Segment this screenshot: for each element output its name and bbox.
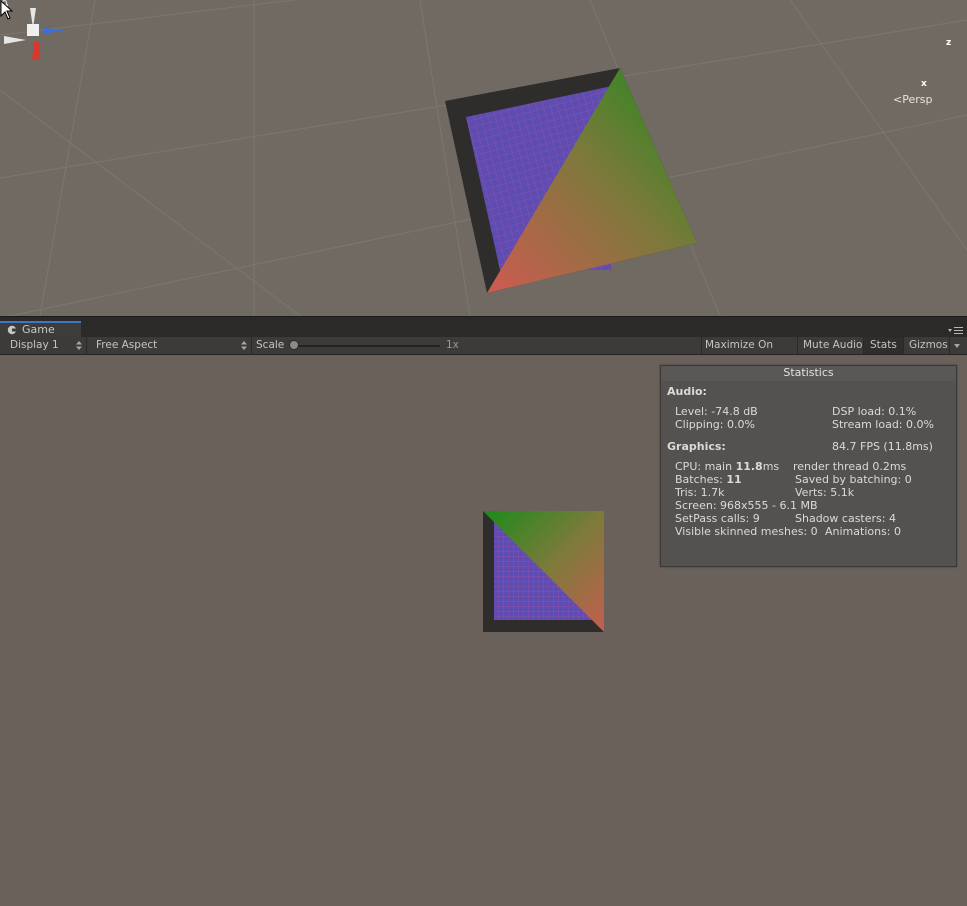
stream-load: Stream load: 0.0% [832,418,934,431]
audio-level: Level: -74.8 dB [675,405,758,418]
mouse-cursor-icon [0,0,14,20]
gizmos-toggle[interactable]: Gizmos [904,337,950,354]
fps-readout: 84.7 FPS (11.8ms) [832,440,933,453]
aspect-dropdown[interactable]: Free Aspect [88,337,252,354]
tab-bar: Game [0,316,967,338]
saved-by-batching: Saved by batching: 0 [795,473,912,486]
scale-value: 1x [446,339,459,351]
statistics-panel: Statistics Audio: Level: -74.8 dB DSP lo… [660,365,957,567]
tris: Tris: 1.7k [675,486,725,499]
screen-info: Screen: 968x555 - 6.1 MB [675,499,818,512]
cpu-main: CPU: main 11.8ms [675,460,780,473]
statistics-title: Statistics [661,366,956,381]
stats-toggle[interactable]: Stats [864,337,904,354]
gizmos-dropdown[interactable] [950,337,967,354]
game-controller-icon [7,325,17,335]
shadow-casters: Shadow casters: 4 [795,512,896,525]
maximize-on-play-toggle[interactable]: Maximize On Play [701,337,798,368]
scale-label: Scale [256,339,285,351]
tab-game-label: Game [22,323,55,336]
audio-clipping: Clipping: 0.0% [675,418,755,431]
scale-slider-track[interactable] [292,345,440,347]
batches: Batches: 11 [675,473,742,486]
scene-quad[interactable] [0,0,967,316]
projection-toggle[interactable]: <Persp [893,93,932,106]
chevron-left-icon: < [893,93,903,106]
tab-game[interactable]: Game [0,321,81,338]
audio-heading: Audio: [667,385,707,398]
chevron-down-icon [954,344,960,348]
dropdown-arrows-icon [76,341,82,350]
mute-audio-toggle[interactable]: Mute Audio [798,337,864,354]
game-quad [483,511,604,632]
scale-slider-thumb[interactable] [289,340,299,350]
dsp-load: DSP load: 0.1% [832,405,917,418]
dropdown-arrows-icon [241,341,247,350]
display-dropdown[interactable]: Display 1 [0,337,87,354]
verts: Verts: 5.1k [795,486,855,499]
gizmo-axis-x-label: x [921,79,927,89]
tab-menu-icon[interactable] [948,325,964,335]
graphics-heading: Graphics: [667,440,726,453]
visible-skinned-meshes: Visible skinned meshes: 0 [675,525,818,538]
scene-view[interactable]: z x <Persp [0,0,967,316]
render-thread: render thread 0.2ms [793,460,907,473]
setpass-calls: SetPass calls: 9 [675,512,760,525]
game-toolbar: Display 1 Free Aspect Scale 1x Maximize … [0,337,967,368]
gizmo-axis-z-label: z [946,38,952,48]
animations: Animations: 0 [825,525,902,538]
